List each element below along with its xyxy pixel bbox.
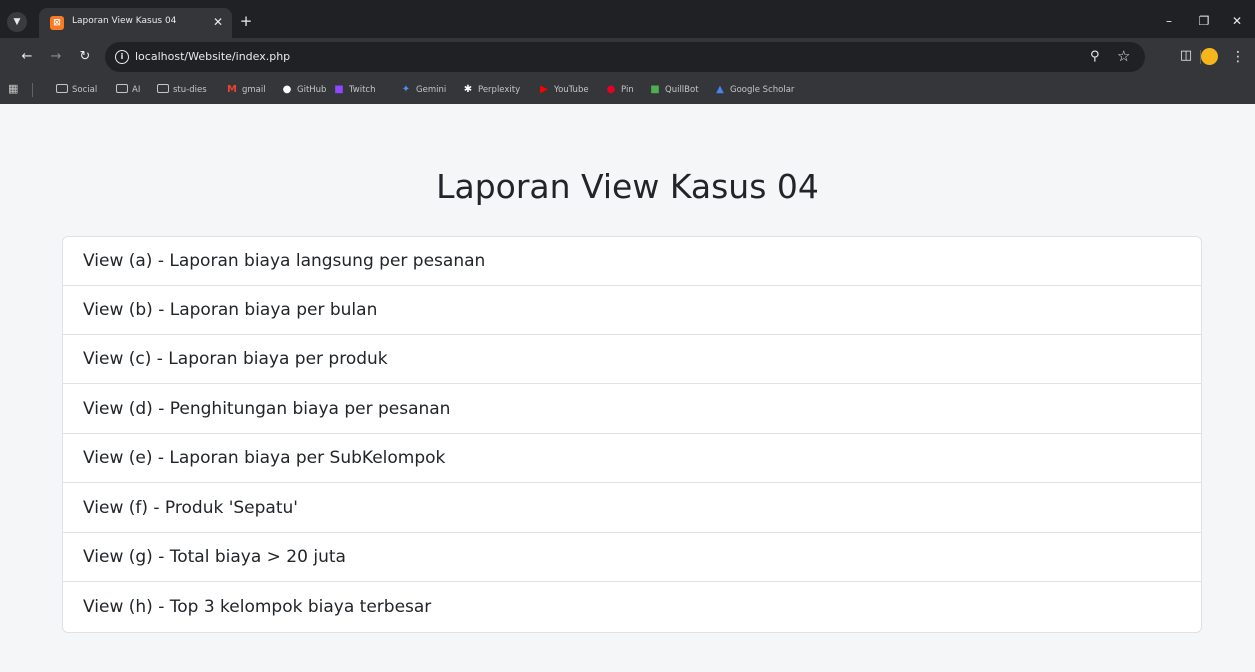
bookmark-label: gmail — [242, 85, 266, 95]
close-tab-icon[interactable]: ✕ — [211, 15, 225, 29]
bookmark-google-scholar[interactable]: ▲ Google Scholar — [714, 81, 794, 99]
bookmark-label: GitHub — [297, 85, 327, 95]
list-item-view-e[interactable]: View (e) - Laporan biaya per SubKelompok — [63, 434, 1201, 483]
youtube-icon: ▶ — [540, 84, 548, 95]
maximize-icon[interactable]: ❐ — [1195, 12, 1213, 30]
xampp-icon: ⊠ — [50, 16, 64, 30]
arrow-right-icon[interactable]: → — [47, 48, 65, 66]
bookmark-label: Google Scholar — [730, 85, 795, 95]
tab-search-icon[interactable]: ▼ — [7, 12, 27, 32]
bookmark-perplexity[interactable]: ✱ Perplexity — [462, 81, 520, 99]
bookmark-label: Twitch — [349, 85, 376, 95]
gmail-icon: M — [227, 84, 237, 95]
close-window-icon[interactable]: ✕ — [1228, 12, 1246, 30]
bookmark-gmail[interactable]: M gmail — [226, 81, 266, 99]
apps-grid-icon[interactable]: ▦ — [8, 82, 22, 96]
bookmark-label: Pin — [621, 85, 634, 95]
minimize-icon[interactable]: – — [1160, 12, 1178, 30]
perplexity-icon: ✱ — [463, 84, 473, 95]
bookmarks-divider — [32, 83, 33, 97]
list-item-view-h[interactable]: View (h) - Top 3 kelompok biaya terbesar — [63, 583, 1201, 632]
bookmark-label: QuillBot — [665, 85, 699, 95]
info-icon[interactable]: i — [115, 50, 129, 64]
bookmark-label: YouTube — [554, 85, 589, 95]
list-item-view-a[interactable]: View (a) - Laporan biaya langsung per pe… — [63, 237, 1201, 286]
bookmark-label: Gemini — [416, 85, 447, 95]
bookmark-pin[interactable]: ● Pin — [605, 81, 634, 99]
list-item-view-f[interactable]: View (f) - Produk 'Sepatu' — [63, 484, 1201, 533]
bookmark-label: Social — [72, 85, 98, 95]
twitch-icon: ■ — [334, 84, 344, 95]
quillbot-icon: ■ — [650, 84, 660, 95]
arrow-left-icon[interactable]: ← — [18, 48, 36, 66]
toolbar: ← → ↻ i localhost/Website/index.php ⚲ ☆ … — [0, 38, 1255, 76]
kebab-menu-icon[interactable]: ⋮ — [1231, 48, 1245, 66]
github-icon: ● — [282, 84, 292, 95]
new-tab-icon[interactable]: + — [237, 12, 255, 30]
bookmark-label: AI — [132, 85, 141, 95]
bookmark-ai[interactable]: AI — [116, 81, 140, 99]
list-item-view-g[interactable]: View (g) - Total biaya > 20 juta — [63, 533, 1201, 582]
list-item-view-d[interactable]: View (d) - Penghitungan biaya per pesana… — [63, 385, 1201, 434]
reload-icon[interactable]: ↻ — [76, 48, 94, 66]
bookmark-github[interactable]: ● GitHub — [281, 81, 327, 99]
bookmark-gemini[interactable]: ✦ Gemini — [400, 81, 446, 99]
gemini-icon: ✦ — [401, 84, 411, 95]
page-title: Laporan View Kasus 04 — [436, 167, 819, 206]
report-list: View (a) - Laporan biaya langsung per pe… — [62, 236, 1202, 633]
pinterest-icon: ● — [606, 84, 616, 95]
star-icon[interactable]: ☆ — [1117, 47, 1130, 65]
folder-icon — [116, 84, 128, 96]
folder-icon — [56, 84, 68, 96]
list-item-view-c[interactable]: View (c) - Laporan biaya per produk — [63, 335, 1201, 384]
avatar[interactable] — [1201, 48, 1218, 65]
bookmark-social[interactable]: Social — [56, 81, 97, 99]
bookmarks-bar: ▦ Social AI stu-dies M gmail ● GitHub ■ … — [0, 76, 1255, 104]
bookmark-stu-dies[interactable]: stu-dies — [157, 81, 207, 99]
active-tab[interactable]: ⊠ Laporan View Kasus 04 ✕ — [39, 8, 232, 38]
bookmark-label: stu-dies — [173, 85, 207, 95]
bookmark-label: Perplexity — [478, 85, 521, 95]
google-scholar-icon: ▲ — [716, 84, 724, 95]
bookmark-quillbot[interactable]: ■ QuillBot — [649, 81, 699, 99]
zoom-icon[interactable]: ⚲ — [1090, 49, 1100, 64]
address-bar[interactable]: i localhost/Website/index.php ⚲ ☆ — [105, 42, 1145, 72]
tab-title: Laporan View Kasus 04 — [72, 16, 177, 26]
list-item-view-b[interactable]: View (b) - Laporan biaya per bulan — [63, 286, 1201, 335]
tab-strip: ▼ ⊠ Laporan View Kasus 04 ✕ + – ❐ ✕ — [0, 4, 1255, 38]
bookmark-youtube[interactable]: ▶ YouTube — [538, 81, 589, 99]
url-text[interactable]: localhost/Website/index.php — [135, 50, 290, 63]
folder-icon — [157, 84, 169, 96]
bookmark-twitch[interactable]: ■ Twitch — [333, 81, 376, 99]
browser-chrome: ▼ ⊠ Laporan View Kasus 04 ✕ + – ❐ ✕ ← → … — [0, 0, 1255, 104]
puzzle-icon[interactable]: ◫ — [1178, 48, 1194, 64]
